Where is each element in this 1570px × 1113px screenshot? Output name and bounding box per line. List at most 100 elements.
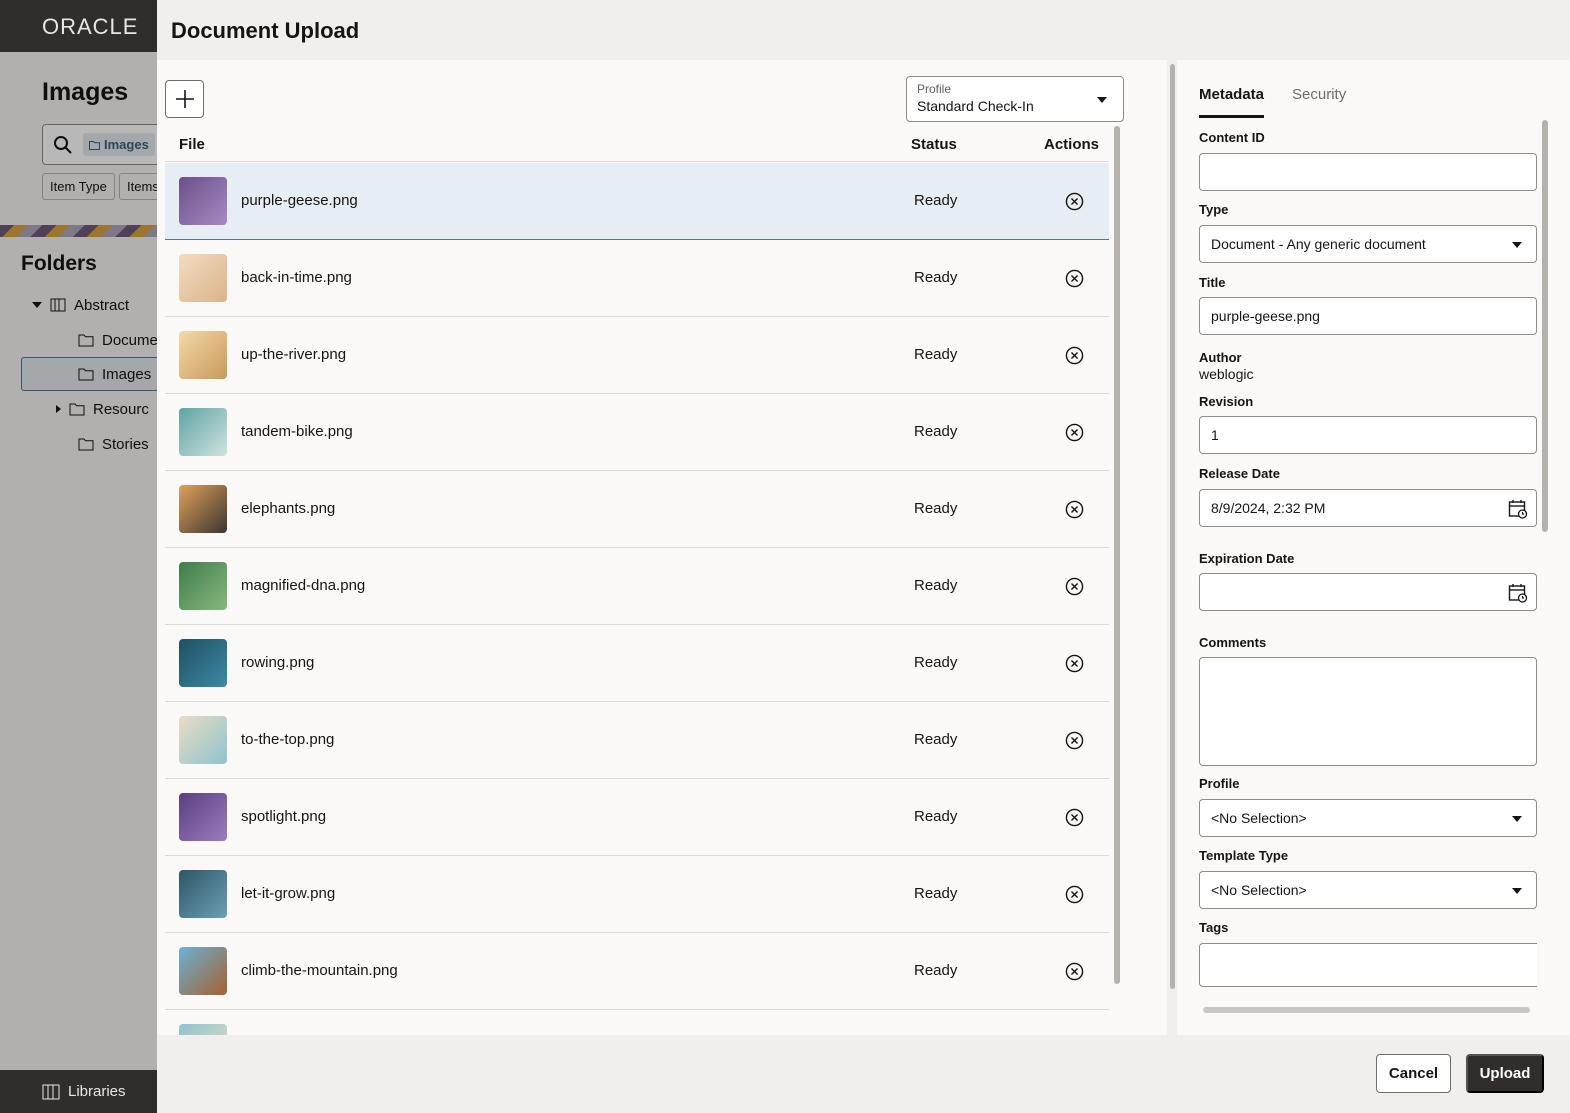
author-label: Author [1199,350,1242,365]
template-type-value: <No Selection> [1211,882,1307,898]
dialog-body: Profile Standard Check-In File Status Ac… [157,60,1570,1035]
file-name: tandem-bike.png [241,423,353,440]
upload-button[interactable]: Upload [1466,1054,1544,1093]
profile-select-value: Standard Check-In [917,98,1034,114]
file-row[interactable]: rowing.png Ready [165,625,1109,702]
modal-backdrop [0,52,160,1070]
file-row[interactable]: climb-the-mountain.png Ready [165,933,1109,1010]
column-status: Status [911,136,957,153]
file-thumbnail [179,562,227,610]
file-row[interactable]: tandem-bike.png Ready [165,394,1109,471]
metadata-form: Content ID Type Document - Any generic d… [1199,120,1537,1010]
brand-logo: ORACLE [42,14,139,39]
file-list: purple-geese.png Ready back-in-time.png Rea… [165,163,1109,1035]
template-type-dropdown[interactable]: <No Selection> [1199,871,1537,909]
file-status: Ready [914,885,958,902]
content-id-label: Content ID [1199,130,1265,145]
profile-select[interactable]: Profile Standard Check-In [906,76,1124,122]
type-select-value: Document - Any generic document [1211,236,1426,252]
chevron-down-icon [1512,242,1522,248]
file-table-header: File Status Actions [165,128,1109,162]
remove-file-icon[interactable] [1065,423,1084,442]
profile-dropdown[interactable]: <No Selection> [1199,799,1537,837]
splitter-handle[interactable] [1170,64,1175,989]
file-row[interactable]: to-the-top.png Ready [165,702,1109,779]
file-list-scrollbar[interactable] [1114,126,1120,984]
profile-dropdown-value: <No Selection> [1211,810,1307,826]
remove-file-icon[interactable] [1065,346,1084,365]
file-row[interactable]: magnified-dna.png Ready [165,548,1109,625]
release-date-label: Release Date [1199,466,1280,481]
calendar-icon[interactable] [1508,583,1528,603]
libraries-nav[interactable]: Libraries [0,1070,160,1113]
column-actions: Actions [1044,136,1100,153]
tab-security[interactable]: Security [1292,86,1346,118]
comments-textarea[interactable] [1199,657,1537,766]
file-row[interactable]: spotlight.png Ready [165,779,1109,856]
release-date-input[interactable]: 8/9/2024, 2:32 PM [1199,489,1537,527]
tags-input[interactable] [1199,943,1537,987]
file-status: Ready [914,423,958,440]
file-status: Ready [914,731,958,748]
file-row[interactable]: purple-geese.png Ready [165,163,1109,240]
comments-label: Comments [1199,635,1267,650]
panel-splitter[interactable] [1167,60,1177,1035]
file-name: magnified-dna.png [241,577,366,594]
remove-file-icon[interactable] [1065,192,1084,211]
dialog-title: Document Upload [171,18,360,43]
remove-file-icon[interactable] [1065,731,1084,750]
file-status: Ready [914,577,958,594]
remove-file-icon[interactable] [1065,269,1084,288]
chevron-down-icon [1512,888,1522,894]
type-select[interactable]: Document - Any generic document [1199,225,1537,263]
cancel-button[interactable]: Cancel [1376,1054,1451,1093]
revision-input[interactable]: 1 [1199,416,1537,454]
remove-file-icon[interactable] [1065,885,1084,904]
file-status: Ready [914,654,958,671]
release-date-value: 8/9/2024, 2:32 PM [1211,500,1326,516]
profile-label: Profile [1199,776,1240,791]
remove-file-icon[interactable] [1065,654,1084,673]
remove-file-icon[interactable] [1065,808,1084,827]
revision-label: Revision [1199,394,1254,409]
file-thumbnail [179,947,227,995]
file-status: Ready [914,346,958,363]
file-row[interactable]: let-it-grow.png Ready [165,856,1109,933]
side-tabs: Metadata Security [1199,86,1346,118]
file-row[interactable]: back-in-time.png Ready [165,240,1109,317]
title-input[interactable]: purple-geese.png [1199,297,1537,335]
file-row[interactable]: up-the-river.png Ready [165,317,1109,394]
file-name: climb-the-mountain.png [241,962,398,979]
column-file: File [179,136,205,153]
remove-file-icon[interactable] [1065,962,1084,981]
tab-metadata[interactable]: Metadata [1199,86,1265,118]
file-row[interactable] [165,1010,1109,1035]
file-name: back-in-time.png [241,269,352,286]
file-thumbnail [179,254,227,302]
remove-file-icon[interactable] [1065,577,1084,596]
document-upload-dialog: Document Upload Profile Standard Check-I… [157,0,1570,1113]
file-thumbnail [179,870,227,918]
file-name: to-the-top.png [241,731,335,748]
file-status: Ready [914,192,958,209]
expiration-date-label: Expiration Date [1199,551,1295,566]
file-name: up-the-river.png [241,346,347,363]
remove-file-icon[interactable] [1065,500,1084,519]
tags-label: Tags [1199,920,1229,935]
metadata-horizontal-scrollbar[interactable] [1203,1007,1530,1013]
file-thumbnail [179,485,227,533]
file-thumbnail [179,639,227,687]
profile-select-label: Profile [917,82,952,96]
content-id-input[interactable] [1199,153,1537,191]
file-name: let-it-grow.png [241,885,336,902]
title-label: Title [1199,275,1226,290]
file-thumbnail [179,331,227,379]
file-row[interactable]: elephants.png Ready [165,471,1109,548]
add-file-button[interactable] [165,80,204,118]
calendar-icon[interactable] [1508,499,1528,519]
library-icon [42,1084,60,1099]
plus-icon [175,90,194,108]
expiration-date-input[interactable] [1199,573,1537,611]
metadata-scrollbar[interactable] [1542,120,1548,532]
author-value: weblogic [1199,366,1254,382]
